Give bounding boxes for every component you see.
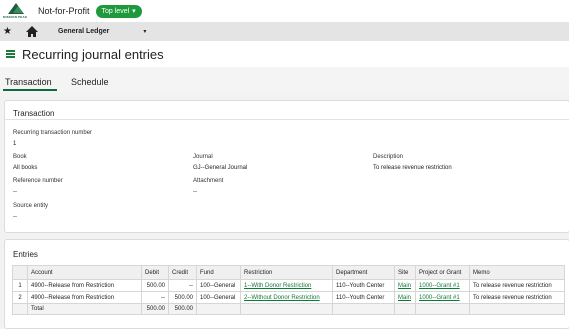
transaction-section-title: Transaction [13, 109, 55, 118]
nav-bar: ★ General Ledger ▾ [0, 22, 569, 41]
chevron-down-icon: ▾ [132, 8, 136, 15]
level-selector[interactable]: Top level ▾ [95, 4, 142, 18]
journal-label: Journal [193, 154, 213, 160]
description-value: To release revenue restriction [373, 165, 452, 171]
fund-cell: 100--General [196, 291, 241, 304]
total-debit: 500.00 [141, 303, 169, 315]
column-header-account[interactable]: Account [27, 265, 142, 280]
active-tab-indicator [3, 89, 57, 91]
tab-transaction[interactable]: Transaction [5, 77, 52, 87]
recurring-number-value: 1 [13, 141, 17, 147]
transaction-divider [5, 119, 569, 120]
list-icon[interactable] [6, 50, 15, 58]
restriction-link[interactable]: 2--Without Donor Restriction [240, 291, 333, 304]
tab-bar: Transaction Schedule [0, 67, 569, 93]
journal-value: GJ--General Journal [193, 165, 248, 171]
tab-schedule[interactable]: Schedule [71, 77, 109, 87]
account-cell: 4900--Release from Restriction [27, 279, 142, 292]
reference-value: -- [13, 189, 17, 195]
entries-table: Account Debit Credit Fund Restriction De… [12, 265, 565, 315]
memo-cell: To release revenue restriction [469, 291, 565, 304]
memo-cell: To release revenue restriction [469, 279, 565, 292]
star-icon[interactable]: ★ [3, 26, 15, 37]
debit-cell: -- [141, 291, 169, 304]
attachment-value: -- [193, 189, 197, 195]
title-bar: Recurring journal entries [0, 41, 569, 67]
book-value: All books [13, 165, 38, 171]
entries-section-title: Entries [13, 250, 38, 259]
book-label: Book [13, 154, 27, 160]
fund-cell: 100--General [196, 279, 241, 292]
column-header-department[interactable]: Department [332, 265, 395, 280]
total-row: Total 500.00 500.00 [12, 303, 565, 315]
source-entity-label: Source entity [13, 203, 49, 209]
column-header-credit[interactable]: Credit [168, 265, 197, 280]
department-cell: 110--Youth Center [332, 279, 395, 292]
column-header-site[interactable]: Site [394, 265, 416, 280]
attachment-label: Attachment [193, 178, 224, 184]
column-header-project[interactable]: Project or Grant [415, 265, 470, 280]
page-title: Recurring journal entries [22, 46, 164, 62]
home-icon[interactable] [26, 25, 38, 38]
site-link[interactable]: Main [394, 279, 416, 292]
logo-text: MISSION PEAK [3, 15, 28, 19]
description-label: Description [373, 154, 404, 160]
department-cell: 110--Youth Center [332, 291, 395, 304]
site-link[interactable]: Main [394, 291, 416, 304]
column-header-debit[interactable]: Debit [141, 265, 169, 280]
source-entity-value: -- [13, 214, 17, 220]
entity-name: Not-for-Profit [38, 6, 90, 16]
top-bar: MISSION PEAK Not-for-Profit Top level ▾ [0, 0, 569, 22]
column-header-number [12, 265, 28, 280]
table-row: 2 4900--Release from Restriction -- 500.… [12, 291, 565, 304]
project-link[interactable]: 1000--Grant #1 [415, 279, 470, 292]
credit-cell: -- [168, 279, 197, 292]
row-number: 2 [12, 291, 28, 304]
credit-cell: 500.00 [168, 291, 197, 304]
reference-label: Reference number [13, 178, 63, 184]
total-credit: 500.00 [168, 303, 197, 315]
account-cell: 4900--Release from Restriction [27, 291, 142, 304]
table-header-row: Account Debit Credit Fund Restriction De… [12, 265, 565, 280]
table-row: 1 4900--Release from Restriction 500.00 … [12, 279, 565, 292]
recurring-number-label: Recurring transaction number [13, 130, 93, 136]
column-header-memo[interactable]: Memo [469, 265, 565, 280]
module-menu[interactable]: General Ledger [58, 28, 109, 35]
restriction-link[interactable]: 1--With Donor Restriction [240, 279, 333, 292]
column-header-restriction[interactable]: Restriction [240, 265, 333, 280]
column-header-fund[interactable]: Fund [196, 265, 241, 280]
debit-cell: 500.00 [141, 279, 169, 292]
company-logo[interactable]: MISSION PEAK [2, 0, 32, 22]
project-link[interactable]: 1000--Grant #1 [415, 291, 470, 304]
chevron-down-icon[interactable]: ▾ [143, 28, 146, 35]
total-label: Total [27, 303, 142, 315]
level-label: Top level [101, 7, 130, 15]
row-number: 1 [12, 279, 28, 292]
total-spacer [12, 303, 28, 315]
